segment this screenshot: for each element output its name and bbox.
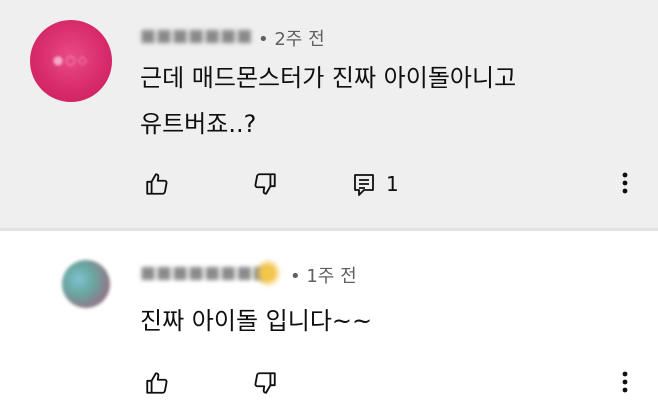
thumbs-down-icon[interactable] — [252, 370, 278, 400]
comment-author[interactable]: ■■■■■■■■ — [140, 263, 269, 283]
thumbs-up-icon[interactable] — [144, 370, 170, 400]
avatar[interactable] — [62, 260, 110, 308]
comment-author[interactable]: ■■■■■■■ — [140, 26, 252, 46]
reply-icon[interactable] — [352, 172, 376, 202]
thumbs-up-icon[interactable] — [144, 171, 170, 201]
comment-time[interactable]: • 1주 전 — [290, 262, 357, 288]
emoji-icon — [258, 262, 278, 284]
more-vert-icon[interactable] — [620, 170, 630, 200]
thumbs-down-icon[interactable] — [252, 171, 278, 201]
comment-1: ●○◇ ■■■■■■■ • 2주 전 근데 매드몬스터가 진짜 아이돌아니고 유… — [0, 0, 658, 228]
comment-text-line-2: 유트버죠..? — [140, 110, 257, 138]
avatar-logo: ●○◇ — [52, 53, 90, 67]
comment-time[interactable]: • 2주 전 — [258, 25, 325, 51]
more-vert-icon[interactable] — [620, 369, 630, 399]
comment-text-line-1: 진짜 아이돌 입니다~~ — [140, 307, 373, 335]
avatar[interactable]: ●○◇ — [30, 20, 112, 102]
reply-count[interactable]: 1 — [386, 172, 399, 196]
comment-text-line-1: 근데 매드몬스터가 진짜 아이돌아니고 — [140, 64, 517, 92]
